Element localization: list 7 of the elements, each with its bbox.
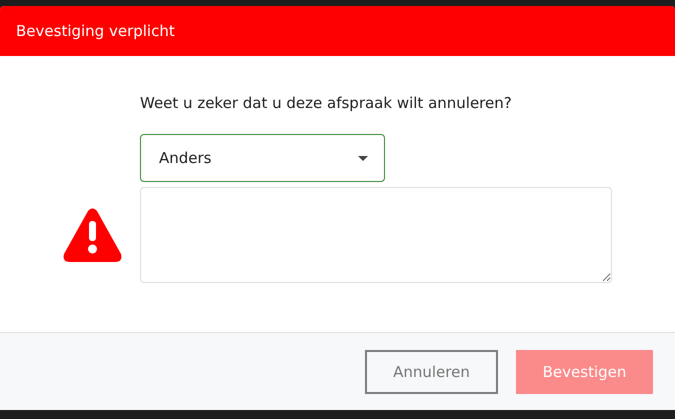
question-text: Weet u zeker dat u deze afspraak wilt annuleren? <box>140 94 513 114</box>
reason-dropdown[interactable]: Anders <box>140 134 385 182</box>
warning-icon <box>63 208 122 262</box>
dialog-title: Bevestiging verplicht <box>16 22 175 40</box>
caret-icon <box>358 156 368 160</box>
comment-field[interactable] <box>140 187 612 283</box>
cancel-button[interactable]: Annuleren <box>365 350 498 394</box>
